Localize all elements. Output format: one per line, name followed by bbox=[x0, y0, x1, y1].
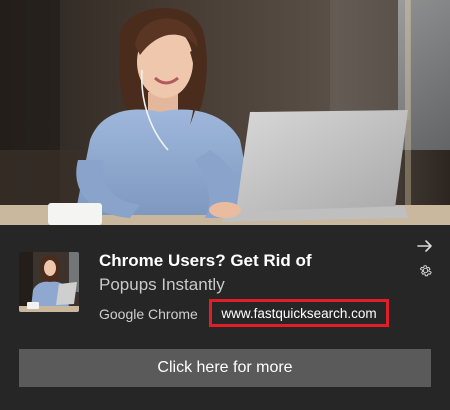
toast-notification[interactable]: Chrome Users? Get Rid of Popups Instantl… bbox=[0, 225, 450, 410]
click-here-button[interactable]: Click here for more bbox=[19, 349, 431, 387]
hero-image bbox=[0, 0, 450, 225]
gear-icon bbox=[419, 264, 432, 276]
url-highlight-box: www.fastquicksearch.com bbox=[209, 299, 389, 327]
notification-subtitle: Popups Instantly bbox=[99, 275, 225, 294]
notification-url: www.fastquicksearch.com bbox=[221, 305, 377, 321]
dismiss-button[interactable] bbox=[414, 235, 436, 257]
arrow-right-icon bbox=[417, 240, 432, 252]
notification-thumbnail bbox=[19, 252, 79, 312]
notification-source: Google Chrome bbox=[99, 306, 198, 322]
notification-title: Chrome Users? Get Rid of bbox=[99, 251, 312, 270]
settings-button[interactable] bbox=[414, 259, 436, 281]
